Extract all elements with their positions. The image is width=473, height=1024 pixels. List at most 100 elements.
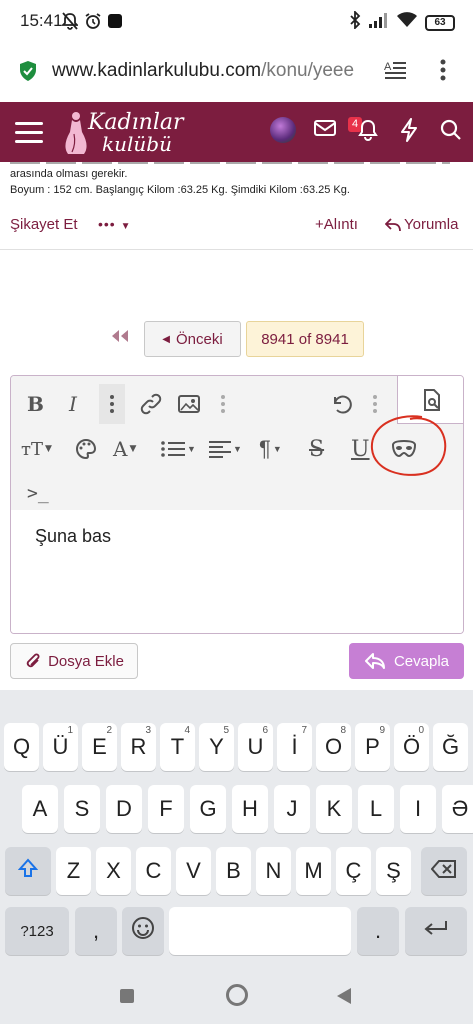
key[interactable]: U6 [238,723,273,771]
list-icon[interactable]: ▼ [161,434,196,464]
key[interactable]: Q [4,723,39,771]
key[interactable]: A [22,785,58,833]
image-icon[interactable] [178,389,200,419]
paragraph-icon[interactable]: ¶ ▼ [259,434,282,464]
inbox-icon[interactable] [313,118,341,146]
key[interactable]: D [106,785,142,833]
key-label: , [92,918,100,943]
report-link[interactable]: Şikayet Et [10,216,78,233]
shift-arrow-icon [17,858,39,877]
key[interactable]: C [136,847,171,895]
reader-mode-icon[interactable]: A [384,59,408,86]
more-vert-icon[interactable] [440,58,446,87]
font-size-icon[interactable]: ᴛT ▼ [21,434,52,464]
key[interactable]: B [216,847,251,895]
key[interactable]: H [232,785,268,833]
color-palette-icon[interactable] [75,434,97,464]
key[interactable]: Z [56,847,91,895]
key[interactable]: Y5 [199,723,234,771]
attach-label: Dosya Ekle [48,652,124,670]
search-icon[interactable] [440,119,468,147]
key[interactable]: X [96,847,131,895]
backspace-key[interactable] [421,847,467,895]
key[interactable]: Ğ [433,723,468,771]
key[interactable]: O8 [316,723,351,771]
recents-icon[interactable] [120,989,134,1003]
quote-button[interactable]: +Alıntı [315,216,358,233]
lightning-icon[interactable] [399,118,427,146]
key[interactable]: Ş [376,847,411,895]
home-icon[interactable] [226,984,248,1006]
browser-url-bar[interactable]: www.kadinlarkulubu.com/konu/yeee A [0,44,473,102]
link-icon[interactable] [139,389,163,419]
key[interactable]: J [274,785,310,833]
key[interactable]: Ö0 [394,723,429,771]
strikethrough-icon[interactable]: S [309,434,324,464]
symbols-key[interactable]: ?123 [5,907,69,955]
key-hint: 2 [106,725,112,736]
reply-button[interactable]: Cevapla [349,643,464,679]
bell-icon[interactable] [357,118,385,146]
enter-key[interactable] [405,907,467,955]
key[interactable]: M [296,847,331,895]
key[interactable]: İ7 [277,723,312,771]
site-logo[interactable]: Kadınlar kulübü [62,108,184,158]
paperclip-icon [26,653,40,668]
key-label: K [326,796,342,821]
enter-icon [424,921,447,935]
url-domain: www.kadinlarkulubu.com [52,60,262,81]
editor-text-area[interactable]: Şuna bas [11,510,463,633]
attach-file-button[interactable]: Dosya Ekle [10,643,138,679]
key[interactable]: K [316,785,352,833]
key-hint: 3 [145,725,151,736]
shift-key[interactable] [5,847,51,895]
key-label: M [304,858,323,883]
key[interactable]: V [176,847,211,895]
first-page-icon[interactable] [110,329,130,348]
current-page-indicator[interactable]: 8941 of 8941 [246,321,364,357]
align-icon[interactable]: ▼ [209,434,242,464]
menu-icon[interactable] [15,122,43,144]
more-insert-icon[interactable] [221,389,225,419]
key-label: R [130,734,147,759]
quote-label: Alıntı [323,216,358,233]
more-actions-menu[interactable]: ••• ▼ [98,216,132,232]
avatar[interactable] [270,117,296,143]
logo-text-line2: kulübü [102,132,172,156]
key[interactable]: T4 [160,723,195,771]
previous-page-button[interactable]: ◀ Önceki [144,321,241,357]
bold-icon[interactable]: B [27,389,44,419]
key[interactable]: I [400,785,436,833]
key[interactable]: Ü1 [43,723,78,771]
key[interactable]: G [190,785,226,833]
back-icon[interactable] [336,987,352,1010]
key[interactable]: Ç [336,847,371,895]
preview-icon [423,388,440,411]
url-text[interactable]: www.kadinlarkulubu.com/konu/yeee [52,60,354,82]
period-key[interactable]: . [357,907,399,955]
spacebar-key[interactable] [169,907,351,955]
undo-icon[interactable] [331,389,353,419]
battery-icon: 63 [425,14,455,31]
key[interactable]: S [64,785,100,833]
key[interactable]: L [358,785,394,833]
key[interactable]: R3 [121,723,156,771]
font-family-icon[interactable]: A ▼ [113,434,136,464]
key[interactable]: E2 [82,723,117,771]
key-label: Y [209,734,224,759]
code-terminal-icon[interactable]: >_ [27,478,49,508]
key-label: O [324,734,343,759]
key[interactable]: F [148,785,184,833]
comment-button[interactable]: Yorumla [385,216,458,233]
comma-key[interactable]: , [75,907,117,955]
key[interactable]: N [256,847,291,895]
key-label: N [265,858,282,883]
clock: 15:41 [20,11,63,30]
key-hint: 1 [67,725,73,736]
more-inline-icon[interactable] [99,384,125,424]
comment-label: Yorumla [404,216,459,233]
emoji-key[interactable] [122,907,164,955]
key[interactable]: Ə [442,785,473,833]
italic-icon[interactable]: I [69,389,77,419]
key[interactable]: P9 [355,723,390,771]
